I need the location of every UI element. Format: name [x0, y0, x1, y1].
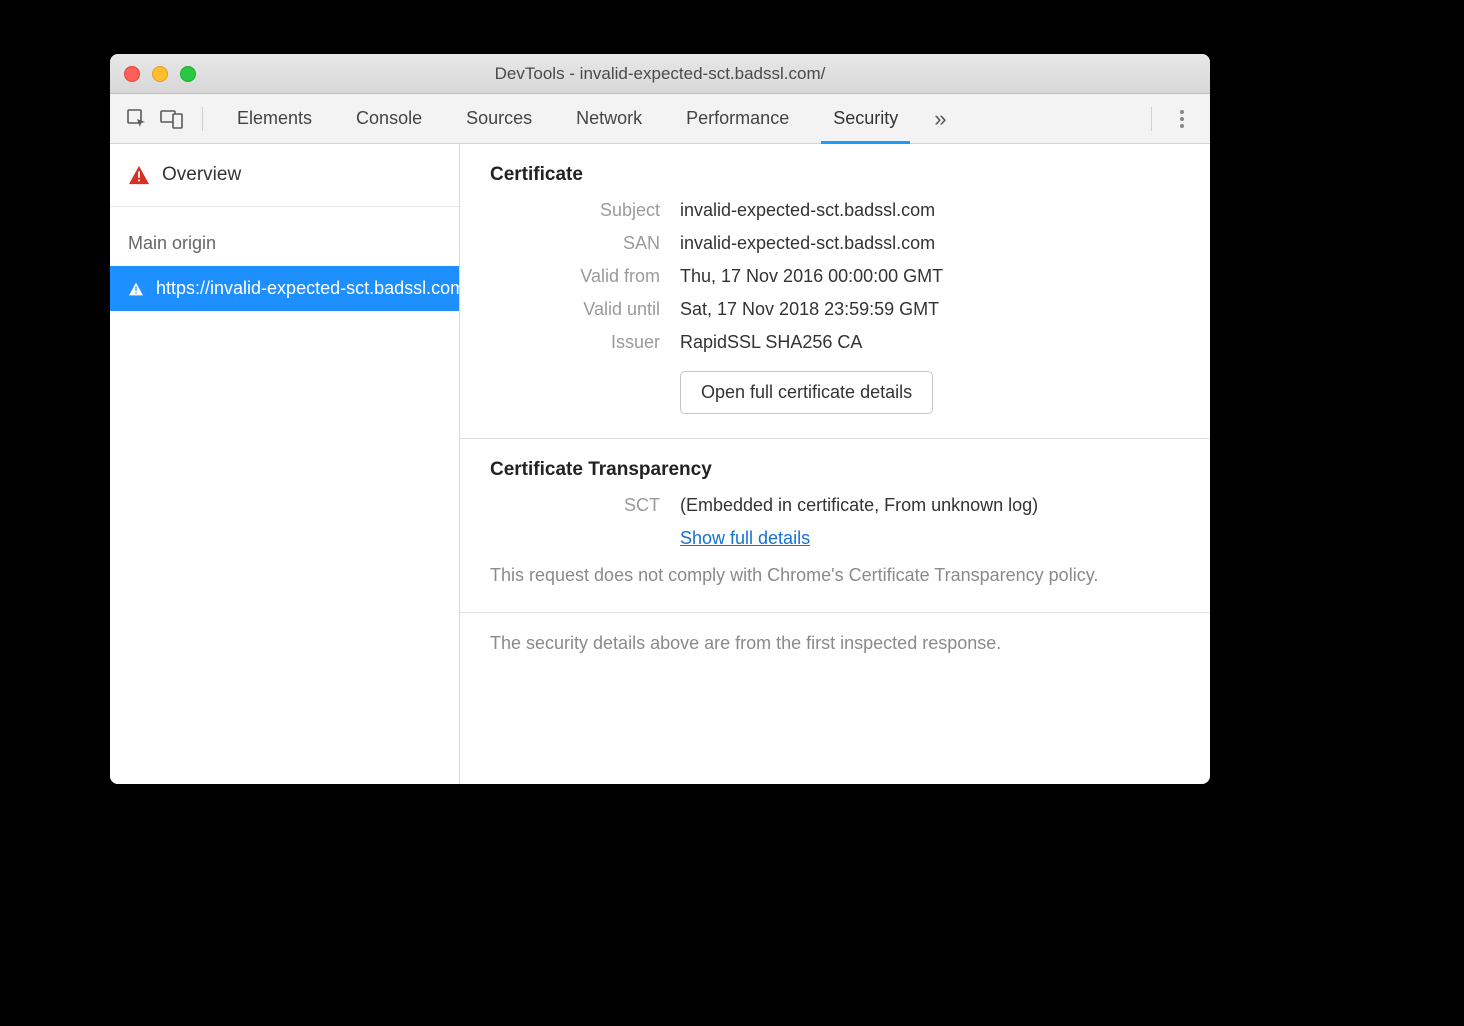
devtools-window: DevTools - invalid-expected-sct.badssl.c…	[110, 54, 1210, 784]
security-sidebar: Overview Main origin https://invalid-exp…	[110, 144, 460, 784]
device-toolbar-icon[interactable]	[154, 108, 190, 130]
cert-val-valid-from: Thu, 17 Nov 2016 00:00:00 GMT	[680, 266, 1180, 287]
window-title: DevTools - invalid-expected-sct.badssl.c…	[110, 64, 1210, 84]
cert-key-subject: Subject	[490, 200, 660, 221]
toolbar-divider	[1151, 107, 1152, 131]
cert-key-valid-until: Valid until	[490, 299, 660, 320]
certificate-table: Subject invalid-expected-sct.badssl.com …	[490, 200, 1180, 414]
settings-menu-icon[interactable]	[1164, 110, 1200, 128]
inspect-element-icon[interactable]	[120, 108, 154, 130]
cert-key-valid-from: Valid from	[490, 266, 660, 287]
toolbar-divider	[202, 107, 203, 131]
cert-val-issuer: RapidSSL SHA256 CA	[680, 332, 1180, 353]
sidebar-section-label: Main origin	[110, 207, 459, 266]
ct-key-sct: SCT	[490, 495, 660, 516]
tab-security[interactable]: Security	[811, 94, 920, 144]
cert-val-san: invalid-expected-sct.badssl.com	[680, 233, 1180, 254]
cert-key-issuer: Issuer	[490, 332, 660, 353]
tab-performance[interactable]: Performance	[664, 94, 811, 144]
certificate-panel: Certificate Subject invalid-expected-sct…	[460, 144, 1210, 439]
tab-sources[interactable]: Sources	[444, 94, 554, 144]
tab-network[interactable]: Network	[554, 94, 664, 144]
zoom-icon[interactable]	[180, 66, 196, 82]
window-controls	[124, 66, 196, 82]
sidebar-overview[interactable]: Overview	[110, 144, 459, 207]
ct-heading: Certificate Transparency	[490, 459, 1180, 481]
close-icon[interactable]	[124, 66, 140, 82]
panel-body: Overview Main origin https://invalid-exp…	[110, 144, 1210, 784]
open-certificate-button[interactable]: Open full certificate details	[680, 371, 933, 414]
toolbar: Elements Console Sources Network Perform…	[110, 94, 1210, 144]
tab-elements[interactable]: Elements	[215, 94, 334, 144]
ct-table: SCT (Embedded in certificate, From unkno…	[490, 495, 1180, 549]
panel-tabs: Elements Console Sources Network Perform…	[215, 94, 920, 144]
warning-triangle-icon	[128, 165, 150, 185]
origin-row[interactable]: https://invalid-expected-sct.badssl.com	[110, 266, 459, 311]
footer-note: The security details above are from the …	[460, 613, 1210, 674]
overview-label: Overview	[162, 164, 241, 186]
ct-panel: Certificate Transparency SCT (Embedded i…	[460, 439, 1210, 613]
certificate-heading: Certificate	[490, 164, 1180, 186]
show-full-details-link[interactable]: Show full details	[680, 528, 810, 548]
origin-url: https://invalid-expected-sct.badssl.com	[156, 278, 459, 299]
minimize-icon[interactable]	[152, 66, 168, 82]
cert-val-subject: invalid-expected-sct.badssl.com	[680, 200, 1180, 221]
ct-compliance-note: This request does not comply with Chrome…	[490, 563, 1180, 588]
cert-key-san: SAN	[490, 233, 660, 254]
cert-val-valid-until: Sat, 17 Nov 2018 23:59:59 GMT	[680, 299, 1180, 320]
tab-console[interactable]: Console	[334, 94, 444, 144]
warning-triangle-icon	[128, 282, 144, 296]
tabs-overflow-icon[interactable]: »	[920, 106, 960, 132]
ct-val-sct: (Embedded in certificate, From unknown l…	[680, 495, 1180, 516]
security-details: Certificate Subject invalid-expected-sct…	[460, 144, 1210, 784]
titlebar: DevTools - invalid-expected-sct.badssl.c…	[110, 54, 1210, 94]
